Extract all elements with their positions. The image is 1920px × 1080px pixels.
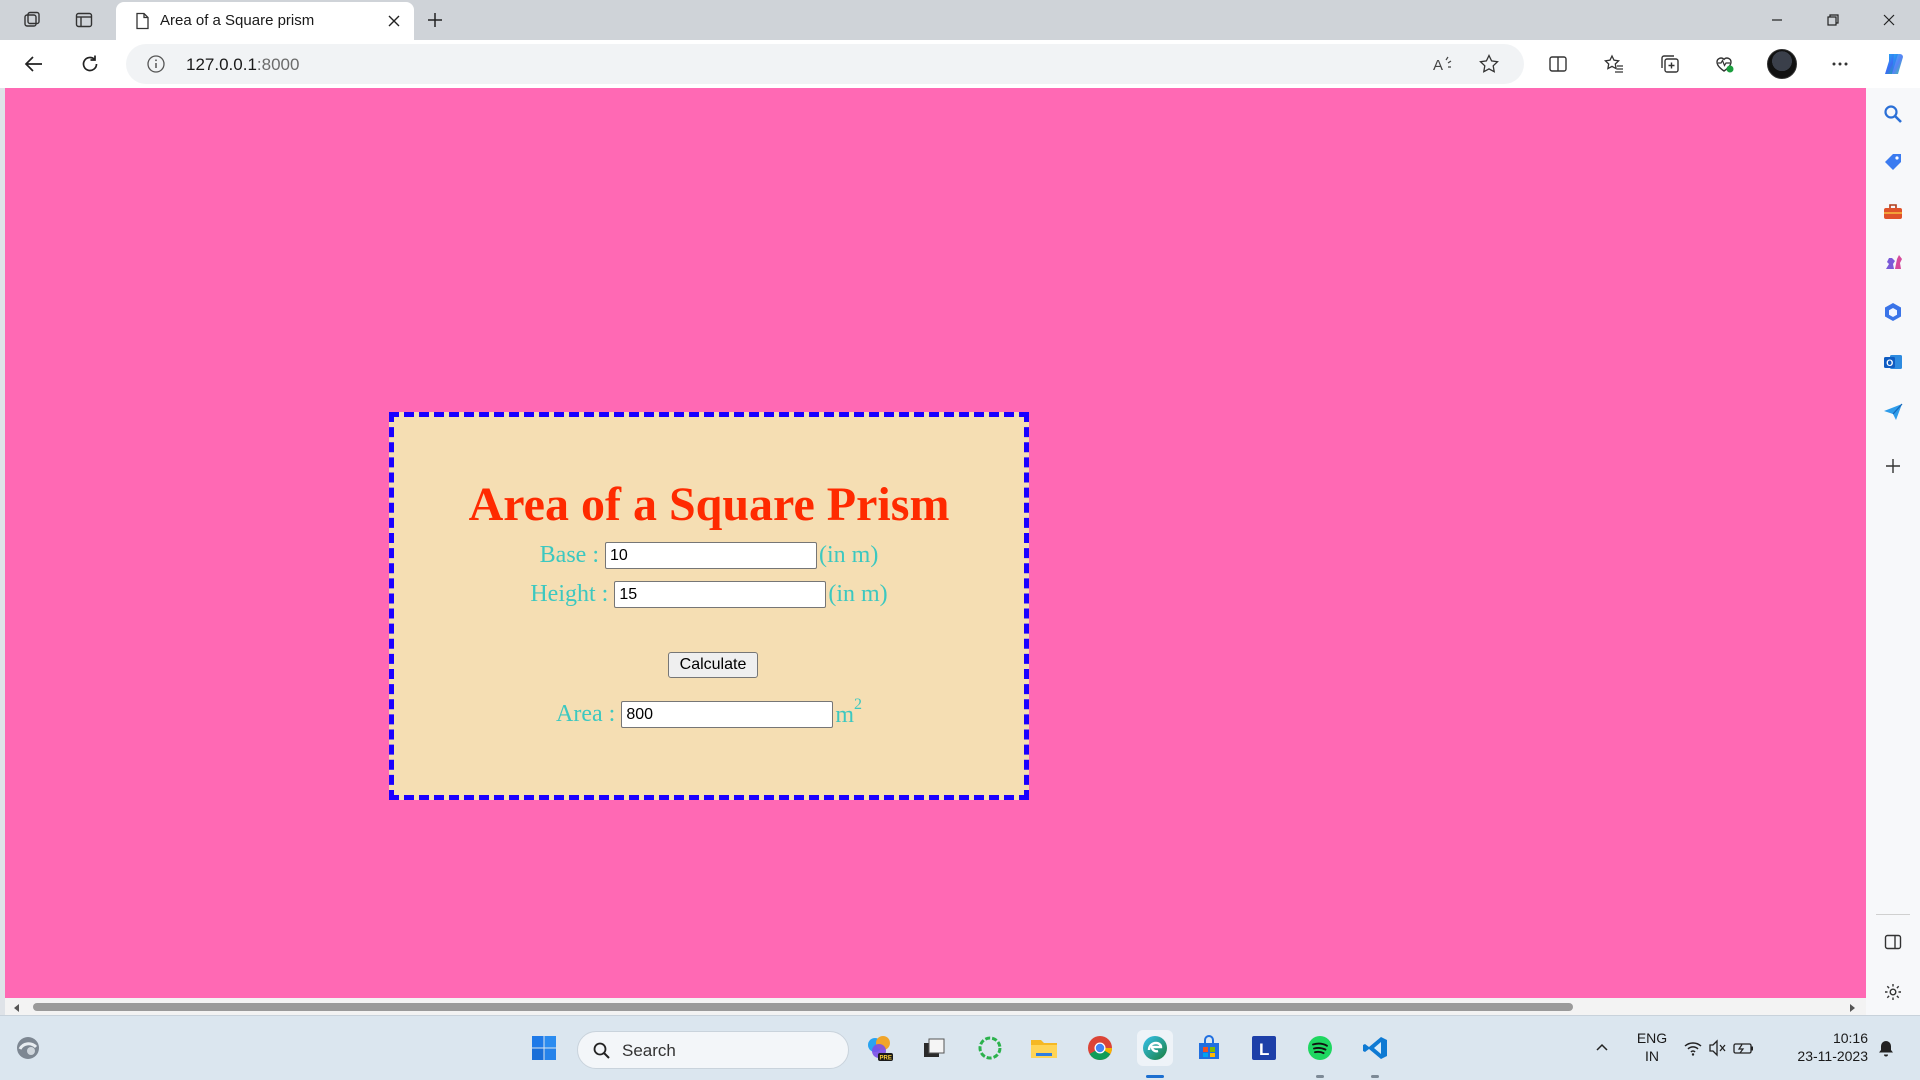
shopping-tag-icon[interactable] [1879, 148, 1907, 176]
page-icon [132, 11, 152, 31]
microsoft-store-icon[interactable] [1191, 1030, 1227, 1066]
spotify-icon[interactable] [1302, 1030, 1338, 1066]
sidebar-divider [1876, 914, 1910, 915]
collections-icon[interactable] [1652, 48, 1688, 80]
outlook-icon[interactable]: O [1879, 348, 1907, 376]
area-unit-power: 2 [853, 696, 862, 713]
tab-title: Area of a Square prism [160, 12, 315, 29]
windows-taskbar: Search PRE L ENG IN 10:16 23-11-2023 [0, 1015, 1920, 1080]
favorite-star-icon[interactable] [1474, 50, 1504, 78]
height-row: Height : (in m) [394, 581, 1024, 608]
scroll-right-icon[interactable] [1846, 1001, 1858, 1013]
notification-bell-icon[interactable] [1868, 1030, 1904, 1066]
base-input[interactable] [605, 542, 817, 569]
widgets-icon[interactable] [10, 1030, 46, 1066]
scrollbar-thumb[interactable] [33, 1003, 1573, 1011]
windows-start-icon[interactable] [526, 1030, 562, 1066]
address-bar[interactable]: 127.0.0.1:8000 A [126, 44, 1524, 84]
browser-tab-strip: Area of a Square prism [0, 0, 1920, 40]
edge-icon[interactable] [1137, 1030, 1173, 1066]
area-unit: m2 [835, 696, 862, 729]
clock[interactable]: 10:16 23-11-2023 [1780, 1029, 1868, 1065]
area-row: Area : m2 [394, 696, 1024, 729]
favorites-icon[interactable] [1596, 48, 1632, 80]
clock-time: 10:16 [1832, 1030, 1868, 1046]
vscode-icon[interactable] [1357, 1030, 1393, 1066]
region-code: IN [1645, 1048, 1659, 1064]
active-tab[interactable]: Area of a Square prism [116, 2, 414, 40]
copilot-preview-icon[interactable]: PRE [862, 1030, 898, 1066]
sidebar-toggle-icon[interactable] [1879, 928, 1907, 956]
taskbar-search[interactable]: Search [577, 1031, 849, 1069]
calculator-card: Area of a Square Prism Base : (in m) Hei… [389, 412, 1029, 800]
chrome-icon[interactable] [1082, 1030, 1118, 1066]
clock-date: 23-11-2023 [1797, 1048, 1868, 1064]
search-icon[interactable] [1879, 100, 1907, 128]
url-host: 127.0.0.1 [186, 55, 257, 74]
browser-toolbar: 127.0.0.1:8000 A [0, 40, 1920, 88]
edge-sidebar: O [1866, 88, 1920, 1015]
language-code: ENG [1636, 1030, 1668, 1046]
games-icon[interactable] [1879, 248, 1907, 276]
workspaces-icon[interactable] [14, 6, 50, 34]
height-unit: (in m) [828, 581, 888, 607]
restore-icon[interactable] [1806, 0, 1860, 40]
back-arrow-icon[interactable] [16, 48, 52, 80]
svg-text:L: L [1259, 1040, 1269, 1059]
base-unit: (in m) [819, 542, 879, 568]
tools-icon[interactable] [1879, 198, 1907, 226]
split-screen-icon[interactable] [1540, 48, 1576, 80]
settings-gear-icon[interactable] [1879, 978, 1907, 1006]
svg-text:O: O [1886, 358, 1893, 368]
scroll-left-icon[interactable] [11, 1001, 23, 1013]
edge-active-indicator [1146, 1075, 1164, 1078]
height-label: Height : [530, 581, 609, 607]
area-label: Area : [556, 701, 616, 727]
more-options-icon[interactable] [1822, 48, 1858, 80]
file-explorer-icon[interactable] [1026, 1030, 1062, 1066]
search-placeholder: Search [622, 1041, 676, 1060]
search-icon [592, 1041, 612, 1061]
send-icon[interactable] [1879, 398, 1907, 426]
close-tab-icon[interactable] [382, 9, 406, 33]
microsoft-365-icon[interactable] [1879, 298, 1907, 326]
base-label: Base : [539, 542, 599, 568]
spotify-running-indicator [1316, 1075, 1324, 1078]
minimize-icon[interactable] [1750, 0, 1804, 40]
svg-text:A: A [1433, 57, 1443, 74]
page-viewport: Area of a Square Prism Base : (in m) Hei… [5, 88, 1866, 998]
vscode-running-indicator [1371, 1075, 1379, 1078]
sync-app-icon[interactable] [972, 1030, 1008, 1066]
site-info-icon[interactable] [146, 54, 166, 74]
horizontal-scrollbar[interactable] [5, 998, 1866, 1015]
new-tab-icon[interactable] [420, 6, 450, 34]
url-text[interactable]: 127.0.0.1:8000 [186, 55, 299, 75]
profile-avatar[interactable] [1767, 49, 1797, 79]
add-icon[interactable] [1879, 452, 1907, 480]
svg-text:PRE: PRE [880, 1056, 892, 1062]
height-input[interactable] [614, 581, 827, 608]
input-language[interactable]: ENG IN [1632, 1029, 1672, 1065]
read-aloud-icon[interactable]: A [1428, 50, 1458, 78]
area-unit-base: m [835, 702, 854, 728]
task-view-icon[interactable] [916, 1030, 952, 1066]
tab-actions-icon[interactable] [66, 6, 102, 34]
copilot-icon[interactable] [1876, 48, 1912, 80]
browser-essentials-icon[interactable] [1706, 48, 1742, 80]
url-port: :8000 [256, 55, 300, 74]
l-app-icon[interactable]: L [1246, 1030, 1282, 1066]
refresh-icon[interactable] [72, 48, 108, 80]
base-row: Base : (in m) [394, 542, 1024, 569]
show-hidden-icons-chevron-icon[interactable] [1584, 1030, 1620, 1066]
close-window-icon[interactable] [1862, 0, 1916, 40]
system-tray-status[interactable] [1682, 1030, 1756, 1066]
area-output[interactable] [621, 701, 834, 728]
page-title: Area of a Square Prism [468, 478, 950, 531]
calculate-button[interactable]: Calculate [668, 652, 758, 678]
